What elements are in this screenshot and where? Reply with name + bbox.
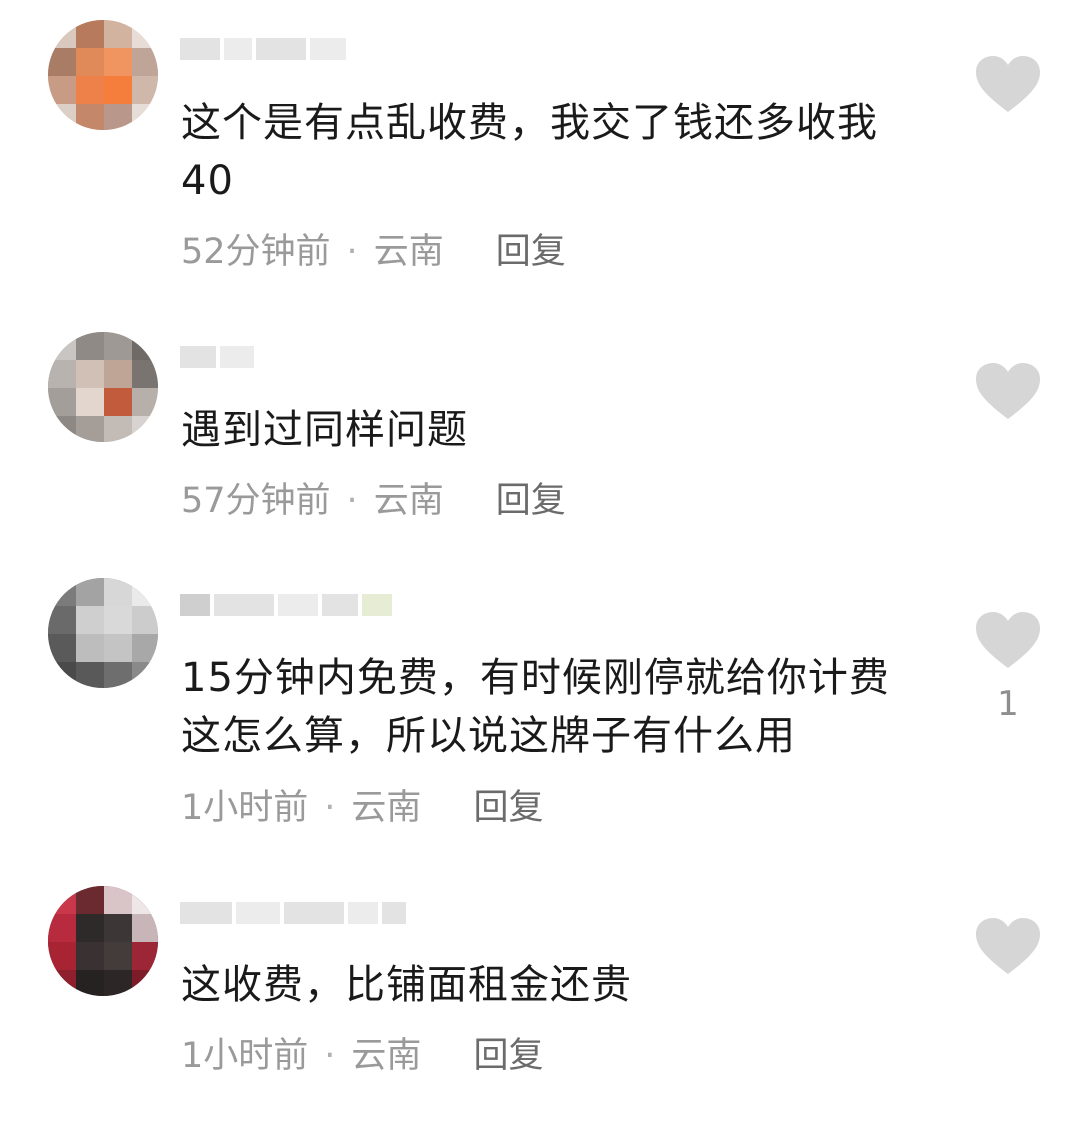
reply-button[interactable]: 回复 xyxy=(473,1036,543,1076)
username-blurred[interactable] xyxy=(180,902,406,924)
like-button[interactable] xyxy=(976,918,1040,976)
avatar[interactable] xyxy=(48,886,158,996)
comment-location: 云南 xyxy=(351,1036,422,1076)
comment-time: 1小时前 xyxy=(181,1036,309,1076)
meta-separator: · xyxy=(324,1036,336,1076)
comment-meta: 1小时前 · 云南 回复 xyxy=(181,1036,543,1076)
comment-text: 这收费，比铺面租金还贵 xyxy=(181,962,632,1008)
heart-icon xyxy=(976,918,1040,974)
comment-item: 这收费，比铺面租金还贵 1小时前 · 云南 回复 xyxy=(0,0,1080,1110)
